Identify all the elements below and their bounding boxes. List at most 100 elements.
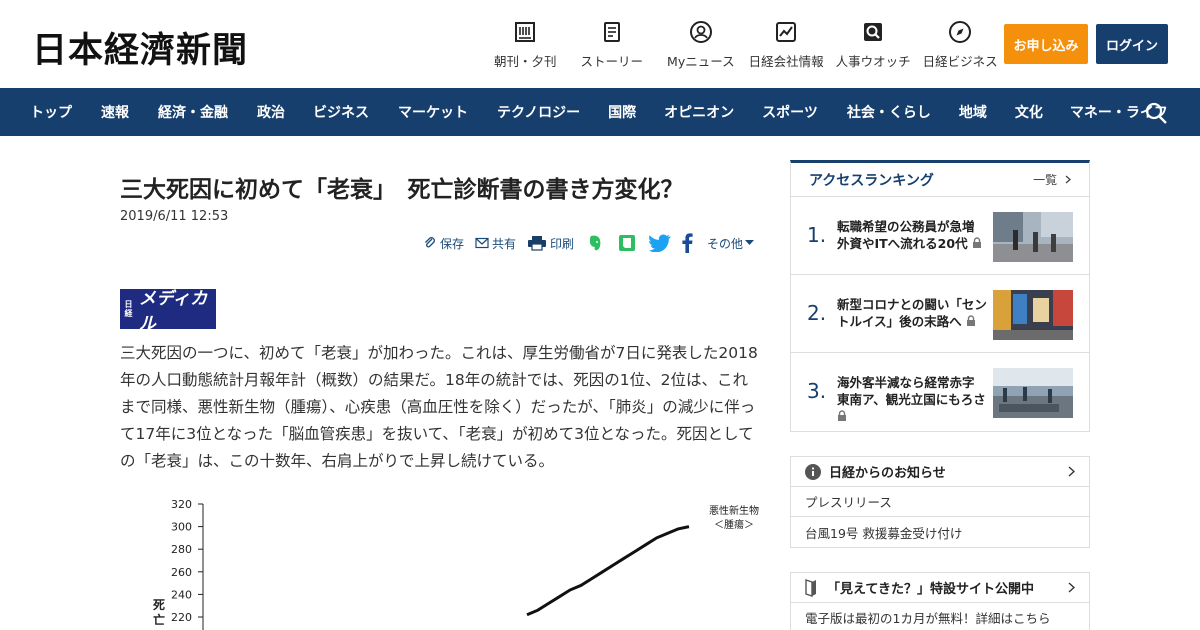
article-body: 三大死因の一つに、初めて「老衰」が加わった。これは、厚生労働省が7日に発表した2… [120,344,758,470]
ranking-number: 2. [807,301,827,325]
article-date: 2019/6/11 12:53 [120,209,229,224]
share-bar: 保存 共有 印刷 その他 [423,232,757,254]
header-nav: 朝刊・夕刊 ストーリー Myニュース 日経会社情報 人事ウオッチ 日経ビジネス [494,20,1010,70]
apply-button[interactable]: お申し込み [1004,24,1088,64]
chart-ylabel: 死亡 [153,598,165,627]
header-nav-company[interactable]: 日経会社情報 [749,20,824,70]
ranking-headline: 新型コロナとの闘い「セントルイス」後の末路へ [837,296,987,330]
ranking-more-label: 一覧 [1033,173,1058,187]
bookmark-icon[interactable] [617,233,637,253]
user-icon [689,21,712,43]
chart-series-line [526,525,690,617]
chevron-right-icon [1065,175,1071,184]
lock-icon [972,237,981,248]
share-label: 共有 [492,236,517,251]
site-header: 日本経濟新聞 朝刊・夕刊 ストーリー Myニュース 日経会社情報 人事ウオッチ … [0,0,1200,88]
main-nav-item[interactable]: 国際 [608,102,636,122]
header-nav-personnel[interactable]: 人事ウオッチ [836,20,911,70]
header-nav-newspaper[interactable]: 朝刊・夕刊 [494,20,557,70]
ranking-number: 1. [807,223,827,247]
save-button[interactable]: 保存 [423,235,464,252]
lock-icon [838,410,846,421]
site-logo[interactable]: 日本経濟新聞 [32,22,248,73]
ranking-number: 3. [807,379,827,403]
bookmark-flag-icon [805,578,816,597]
promo-title: 「見えてきた？」特設サイト公開中 [827,582,1034,597]
main-nav-item[interactable]: 社会・くらし [847,102,931,122]
header-nav-story[interactable]: ストーリー [580,20,644,70]
main-nav-item[interactable]: 経済・金融 [158,102,228,122]
promo-header[interactable]: 「見えてきた？」特設サイト公開中 [791,573,1089,603]
chart-icon [776,22,797,42]
ranking-headline: 転職希望の公務員が急増 外資やITへ流れる20代 [837,218,987,252]
chart-y-tick-label: 320 [171,498,192,511]
notice-header[interactable]: 日経からのお知らせ [791,457,1089,487]
promo-box: 「見えてきた？」特設サイト公開中 電子版は最初の1カ月が無料！詳細はこちら [790,572,1090,630]
share-more-dropdown[interactable]: その他 [707,235,757,252]
compass-icon [949,21,972,43]
share-button[interactable]: 共有 [475,235,516,252]
main-nav-item[interactable]: テクノロジー [497,102,580,122]
main-nav-item[interactable]: 地域 [959,102,987,122]
chart-y-tick-label: 300 [171,521,192,534]
main-nav-item[interactable]: ビジネス [313,102,369,122]
main-nav-item[interactable]: スポーツ [762,102,818,122]
ranking-header: アクセスランキング 一覧 [791,163,1089,197]
main-nav-items: トップ 速報 経済・金融 政治 ビジネス マーケット テクノロジー 国際 オピニ… [0,88,1168,136]
lock-icon [967,315,975,326]
badge-big-text: メディカル [138,289,208,334]
ranking-item[interactable]: 2. 新型コロナとの闘い「セントルイス」後の末路へ [791,275,1089,353]
header-nav-business[interactable]: 日経ビジネス [923,20,998,70]
ranking-item[interactable]: 3. 海外客半減なら経常赤字 東南ア、観光立国にもろさ [791,353,1089,431]
twitter-icon[interactable] [649,234,671,252]
ranking-more-link[interactable]: 一覧 [1033,171,1071,188]
print-button[interactable]: 印刷 [527,235,574,252]
ranking-thumbnail [993,368,1073,418]
printer-icon [528,236,547,251]
main-nav-item[interactable]: オピニオン [664,102,734,122]
search-icon[interactable] [1144,101,1168,125]
chart-series-label: 悪性新生物 [709,504,759,517]
ranking-thumbnail [993,212,1073,262]
evernote-icon[interactable] [585,233,605,253]
header-nav-label: Myニュース [667,54,735,69]
main-nav: トップ 速報 経済・金融 政治 ビジネス マーケット テクノロジー 国際 オピニ… [0,88,1200,136]
mail-icon [475,237,489,249]
ranking-item[interactable]: 1. 転職希望の公務員が急増 外資やITへ流れる20代 [791,197,1089,275]
ranking-title: アクセスランキング [809,172,934,189]
info-icon [805,463,821,480]
badge-small-text: 日経 [124,300,133,318]
promo-item[interactable]: 電子版は最初の1カ月が無料！詳細はこちら [791,603,1089,630]
chart-y-tick-label: 240 [171,588,192,601]
header-nav-label: 朝刊・夕刊 [494,54,557,69]
share-more-label: その他 [707,236,744,251]
ranking-headline-text: 転職希望の公務員が急増 外資やITへ流れる20代 [837,219,975,251]
print-label: 印刷 [550,236,575,251]
access-ranking: アクセスランキング 一覧 1. 転職希望の公務員が急増 外資やITへ流れる20代… [790,160,1090,432]
chevron-right-icon [1068,582,1075,593]
chart-y-tick-label: 220 [171,611,192,624]
mortality-chart: 320 300 280 260 240 220 悪性新生物 死亡 ＜腫瘍＞ [153,498,759,630]
chart-y-tick-label: 260 [171,566,192,579]
chart-series-label-sub: ＜腫瘍＞ [714,518,754,531]
header-nav-mynews[interactable]: Myニュース [667,20,735,70]
story-icon [603,22,620,42]
chevron-right-icon [1068,466,1075,477]
newspaper-icon [515,22,536,42]
main-nav-item[interactable]: 文化 [1015,102,1043,122]
header-nav-label: 日経ビジネス [922,54,998,69]
login-button[interactable]: ログイン [1096,24,1168,64]
save-label: 保存 [440,236,465,251]
header-nav-label: ストーリー [580,54,644,69]
nikkei-medical-badge[interactable]: 日経 メディカル [120,289,216,334]
person-search-icon [864,23,883,41]
main-nav-item[interactable]: マーケット [398,102,468,122]
main-nav-item[interactable]: トップ [30,102,72,122]
chart-y-tick-label: 280 [171,543,192,556]
notice-item[interactable]: プレスリリース [791,487,1089,517]
facebook-icon[interactable] [681,233,693,253]
notice-item[interactable]: 台風19号 救援募金受け付け [791,517,1089,547]
main-nav-item[interactable]: 速報 [101,102,129,122]
main-nav-item[interactable]: 政治 [257,102,285,122]
article-title: 三大死因に初めて「老衰」 死亡診断書の書き方変化？ [120,177,684,203]
